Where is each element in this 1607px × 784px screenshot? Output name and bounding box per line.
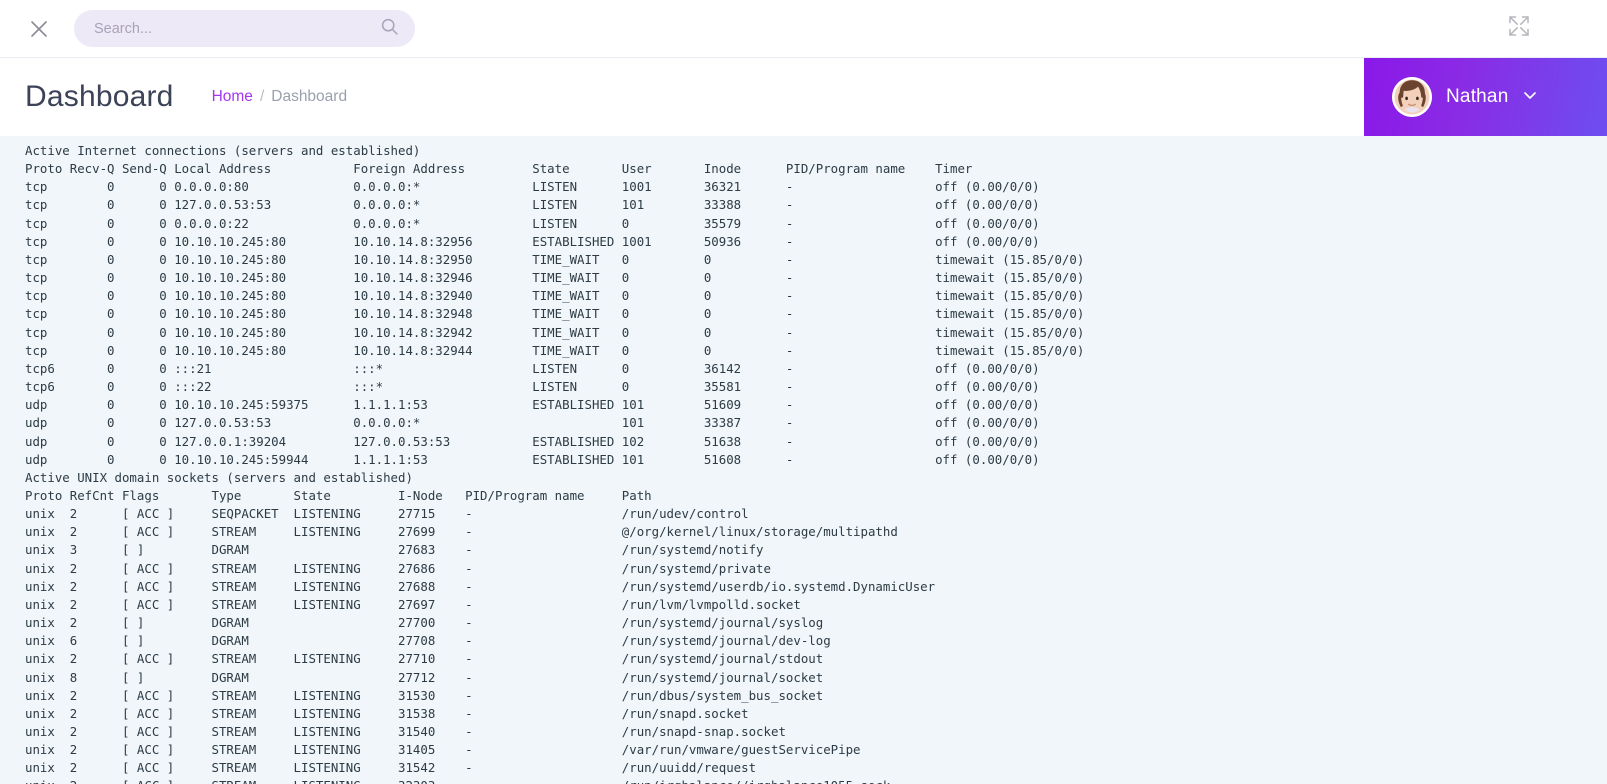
expand-icon	[1506, 13, 1532, 44]
app-root: Dashboard Home / Dashboard N	[0, 0, 1607, 784]
fullscreen-button[interactable]	[1501, 11, 1537, 47]
search-bar[interactable]	[74, 10, 415, 47]
avatar	[1392, 77, 1432, 117]
user-menu[interactable]: Nathan	[1364, 58, 1607, 136]
search-icon[interactable]	[380, 17, 399, 41]
avatar-icon	[1392, 77, 1432, 117]
netstat-output: Active Internet connections (servers and…	[25, 143, 1085, 784]
breadcrumb-current: Dashboard	[271, 88, 348, 105]
close-button[interactable]	[22, 12, 56, 46]
chevron-down-icon[interactable]	[1522, 87, 1538, 108]
top-bar	[0, 0, 1607, 58]
breadcrumb-home-link[interactable]: Home	[212, 88, 253, 106]
breadcrumb-separator: /	[259, 88, 265, 105]
search-input[interactable]	[94, 10, 374, 47]
page-header: Dashboard Home / Dashboard Nathan	[0, 58, 1607, 136]
breadcrumb: Home / Dashboard	[212, 88, 348, 106]
user-name: Nathan	[1446, 86, 1509, 107]
terminal-output-panel: Active Internet connections (servers and…	[0, 136, 1607, 784]
close-icon	[28, 18, 50, 40]
page-title: Dashboard	[25, 80, 174, 113]
